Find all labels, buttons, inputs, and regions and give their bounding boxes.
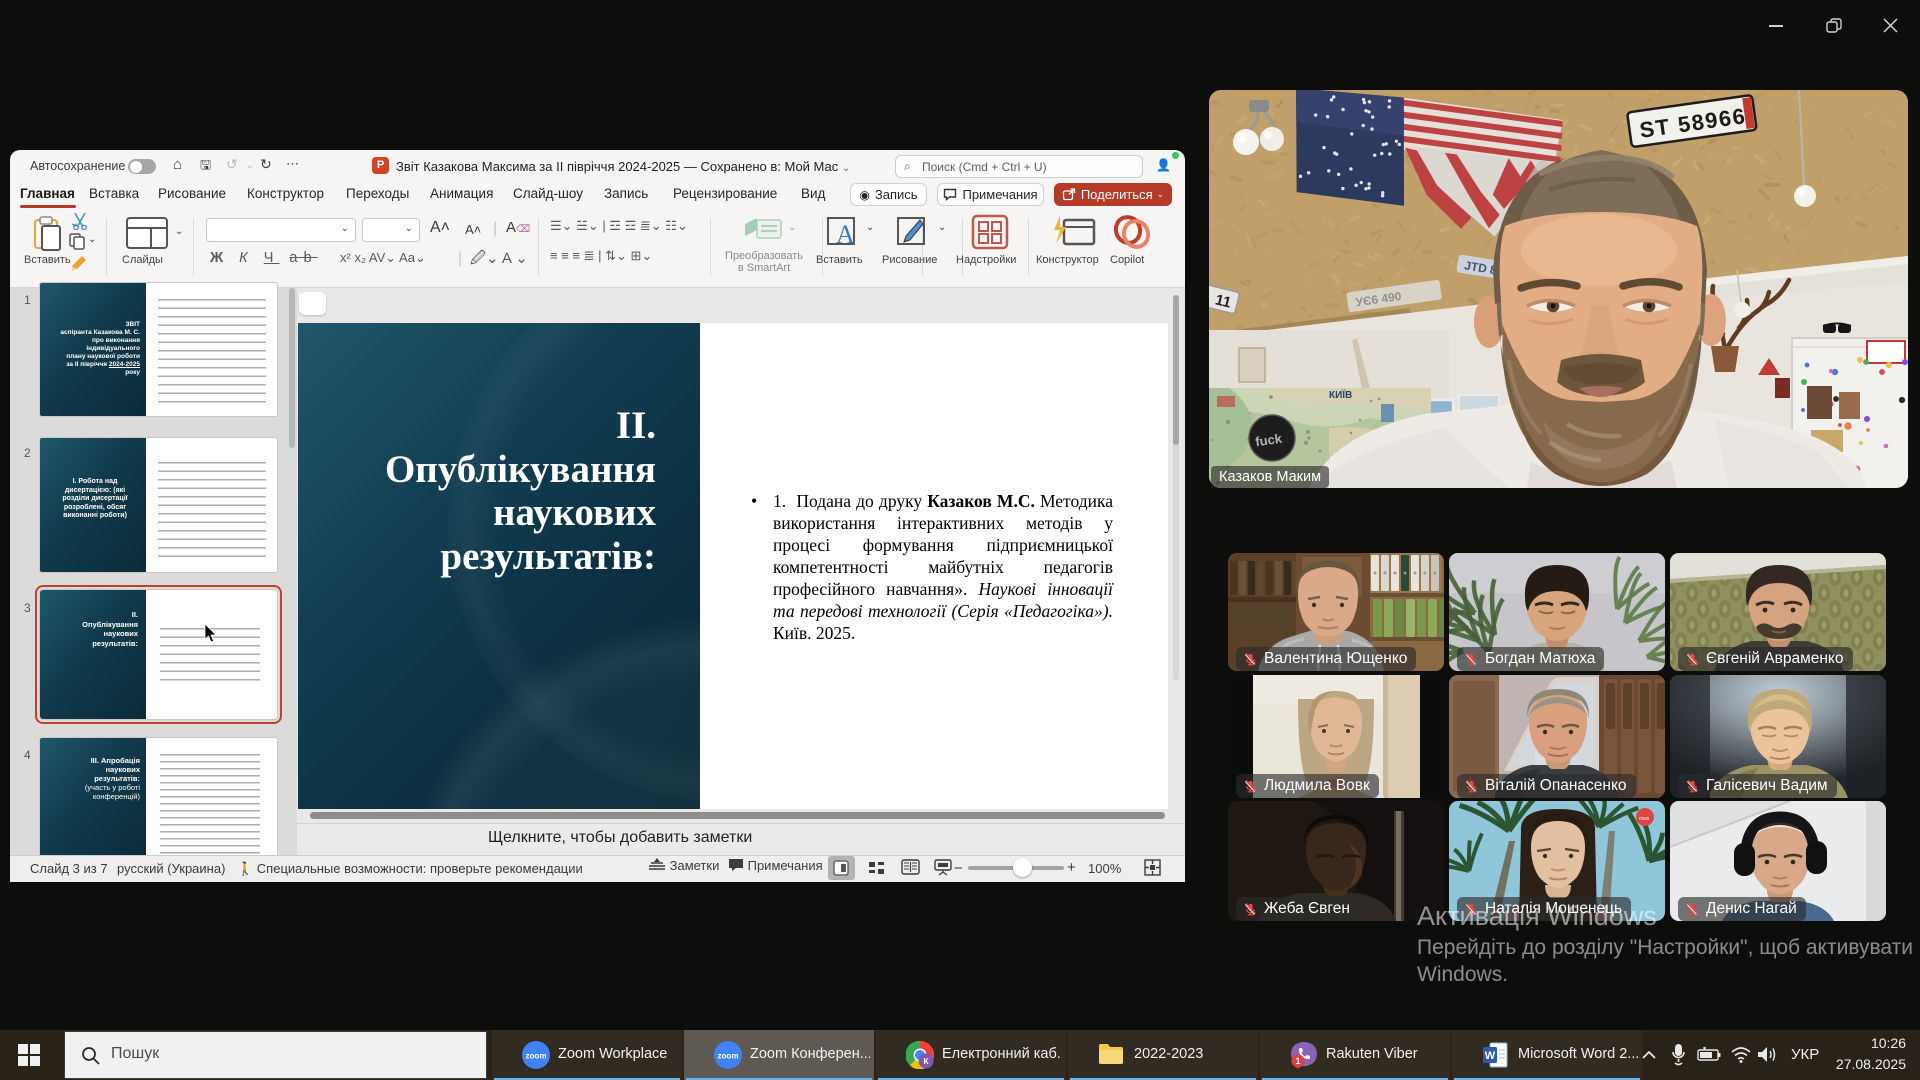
svg-text:W: W — [1485, 1050, 1496, 1062]
svg-text:mws: mws — [1639, 816, 1650, 822]
svg-text:КИЇВ: КИЇВ — [1329, 388, 1352, 401]
svg-text:1: 1 — [1295, 1056, 1300, 1066]
svg-text:К: К — [923, 1056, 929, 1066]
svg-text:A: A — [836, 220, 855, 248]
svg-text:zoom: zoom — [526, 1052, 547, 1061]
svg-text:zoom: zoom — [718, 1052, 739, 1061]
